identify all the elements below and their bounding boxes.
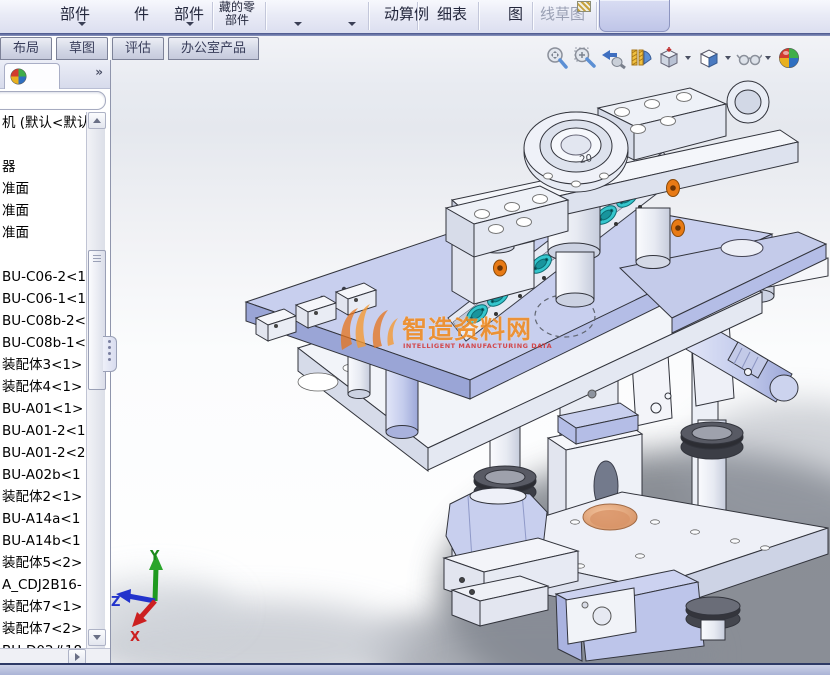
tree-item[interactable]: 装配体5<2> bbox=[0, 552, 86, 574]
tree-item[interactable]: BU-A01-2<2 bbox=[0, 442, 86, 464]
tree-item[interactable]: BU-C08b-2< bbox=[0, 310, 86, 332]
feature-manager-panel: » 机 (默认<默认器准面准面准面BU-C06-2<1BU-C06-1<1BU-… bbox=[0, 60, 111, 663]
tree-horizontal-scrollbar[interactable] bbox=[0, 648, 110, 664]
ribbon-button-bom[interactable]: 细表 bbox=[437, 3, 467, 24]
previous-view-icon[interactable] bbox=[600, 45, 626, 71]
tree-item[interactable]: A_CDJ2B16- bbox=[0, 574, 86, 596]
ribbon-separator bbox=[596, 2, 597, 30]
thumb-grip bbox=[93, 255, 101, 256]
tree-item[interactable] bbox=[0, 134, 86, 156]
scroll-up-icon bbox=[93, 118, 101, 123]
view-orientation-icon[interactable] bbox=[656, 45, 682, 71]
dropdown-caret-icon[interactable] bbox=[78, 22, 86, 26]
tree-item[interactable]: 装配体3<1> bbox=[0, 354, 86, 376]
tree-vertical-scrollbar[interactable] bbox=[86, 112, 105, 648]
headsup-view-toolbar bbox=[544, 44, 804, 72]
tree-item[interactable]: 准面 bbox=[0, 200, 86, 222]
panel-expand-chevron[interactable]: » bbox=[95, 65, 103, 79]
tree-item[interactable]: 机 (默认<默认 bbox=[0, 112, 86, 134]
commandmanager-tab[interactable]: 草图 bbox=[56, 37, 108, 60]
ribbon-button-fragment[interactable]: 件 bbox=[134, 3, 149, 24]
tree-item[interactable]: 装配体7<2> bbox=[0, 618, 86, 640]
commandmanager-tab[interactable]: 布局 bbox=[0, 37, 52, 60]
panel-splitter-handle[interactable] bbox=[103, 336, 117, 372]
tree-item[interactable]: BU-C06-2<1 bbox=[0, 266, 86, 288]
section-view-icon[interactable] bbox=[628, 45, 654, 71]
commandmanager-tab[interactable]: 办公室产品 bbox=[168, 37, 259, 60]
triad-y-label: Y bbox=[149, 549, 160, 564]
ribbon-separator bbox=[417, 2, 418, 30]
tree-item[interactable]: BU-C06-1<1 bbox=[0, 288, 86, 310]
dropdown-caret-icon[interactable] bbox=[294, 22, 302, 26]
commandmanager-tab[interactable]: 评估 bbox=[112, 37, 164, 60]
tree-item[interactable]: BU-A14a<1 bbox=[0, 508, 86, 530]
tree-item[interactable]: 装配体4<1> bbox=[0, 376, 86, 398]
zoom-to-fit-icon[interactable] bbox=[544, 45, 570, 71]
dropdown-caret-icon[interactable] bbox=[186, 22, 194, 26]
beam-mark-label: 20 bbox=[579, 153, 593, 166]
tree-item[interactable]: BU-A02b<1 bbox=[0, 464, 86, 486]
panel-header: » bbox=[0, 60, 110, 89]
feature-tree: 机 (默认<默认器准面准面准面BU-C06-2<1BU-C06-1<1BU-C0… bbox=[0, 112, 86, 648]
dropdown-caret-icon[interactable] bbox=[348, 22, 356, 26]
tree-item[interactable]: 装配体7<1> bbox=[0, 596, 86, 618]
ribbon-separator bbox=[478, 2, 479, 30]
solidworks-ball-icon bbox=[10, 68, 27, 85]
zoom-to-area-icon[interactable] bbox=[572, 45, 598, 71]
triad-x-label: X bbox=[130, 630, 140, 645]
display-style-caret-icon[interactable] bbox=[725, 56, 731, 60]
status-bar bbox=[0, 663, 830, 675]
scroll-down-icon bbox=[93, 635, 101, 640]
ribbon-bottom-edge bbox=[0, 33, 830, 36]
ribbon-button-fragment[interactable]: 部件 bbox=[60, 3, 90, 24]
ribbon-separator bbox=[532, 2, 533, 30]
tree-item[interactable] bbox=[0, 244, 86, 266]
ribbon-highlighted-button[interactable] bbox=[599, 0, 670, 32]
ribbon-button-exploded-view[interactable]: 图 bbox=[508, 3, 523, 24]
display-style-icon[interactable] bbox=[696, 45, 722, 71]
tree-item[interactable]: BU-A01<1> bbox=[0, 398, 86, 420]
apply-scene-icon[interactable] bbox=[776, 45, 802, 71]
tree-item[interactable]: BU-A14b<1 bbox=[0, 530, 86, 552]
tree-item[interactable]: 装配体2<1> bbox=[0, 486, 86, 508]
ribbon-strip: 部件 件 部件 藏的零部件 动算例 细表 图 线草图 bbox=[0, 0, 830, 33]
tree-filter-input[interactable] bbox=[0, 91, 106, 110]
hide-show-items-icon[interactable] bbox=[736, 45, 762, 71]
tree-item[interactable]: 器 bbox=[0, 156, 86, 178]
ribbon-separator bbox=[368, 2, 369, 30]
ribbon-separator bbox=[265, 2, 266, 30]
ribbon-button-fragment[interactable]: 部件 bbox=[174, 3, 204, 24]
hatch-icon bbox=[577, 1, 591, 12]
triad-z-label: Z bbox=[111, 595, 120, 610]
scroll-right-icon bbox=[75, 653, 80, 661]
ribbon-button-motion-study[interactable]: 动算例 bbox=[384, 3, 429, 24]
tree-item[interactable]: BU-C08b-1< bbox=[0, 332, 86, 354]
tree-item[interactable]: 准面 bbox=[0, 222, 86, 244]
ribbon-separator bbox=[212, 2, 213, 30]
orientation-triad: Y Z X bbox=[110, 546, 205, 646]
scroll-up-button[interactable] bbox=[88, 112, 106, 129]
scroll-down-button[interactable] bbox=[88, 629, 106, 646]
tree-item[interactable]: BU-A01-2<1 bbox=[0, 420, 86, 442]
tree-item[interactable]: 准面 bbox=[0, 178, 86, 200]
feature-manager-tab[interactable] bbox=[4, 63, 60, 89]
assembly-model[interactable]: 20 bbox=[110, 35, 830, 663]
ribbon-button-show-hidden[interactable]: 藏的零部件 bbox=[214, 1, 260, 27]
view-orientation-caret-icon[interactable] bbox=[685, 56, 691, 60]
tree-item[interactable]: BU-D02#18 bbox=[0, 640, 86, 648]
hide-show-caret-icon[interactable] bbox=[765, 56, 771, 60]
commandmanager-tabs: 布局草图评估办公室产品 bbox=[0, 37, 263, 60]
